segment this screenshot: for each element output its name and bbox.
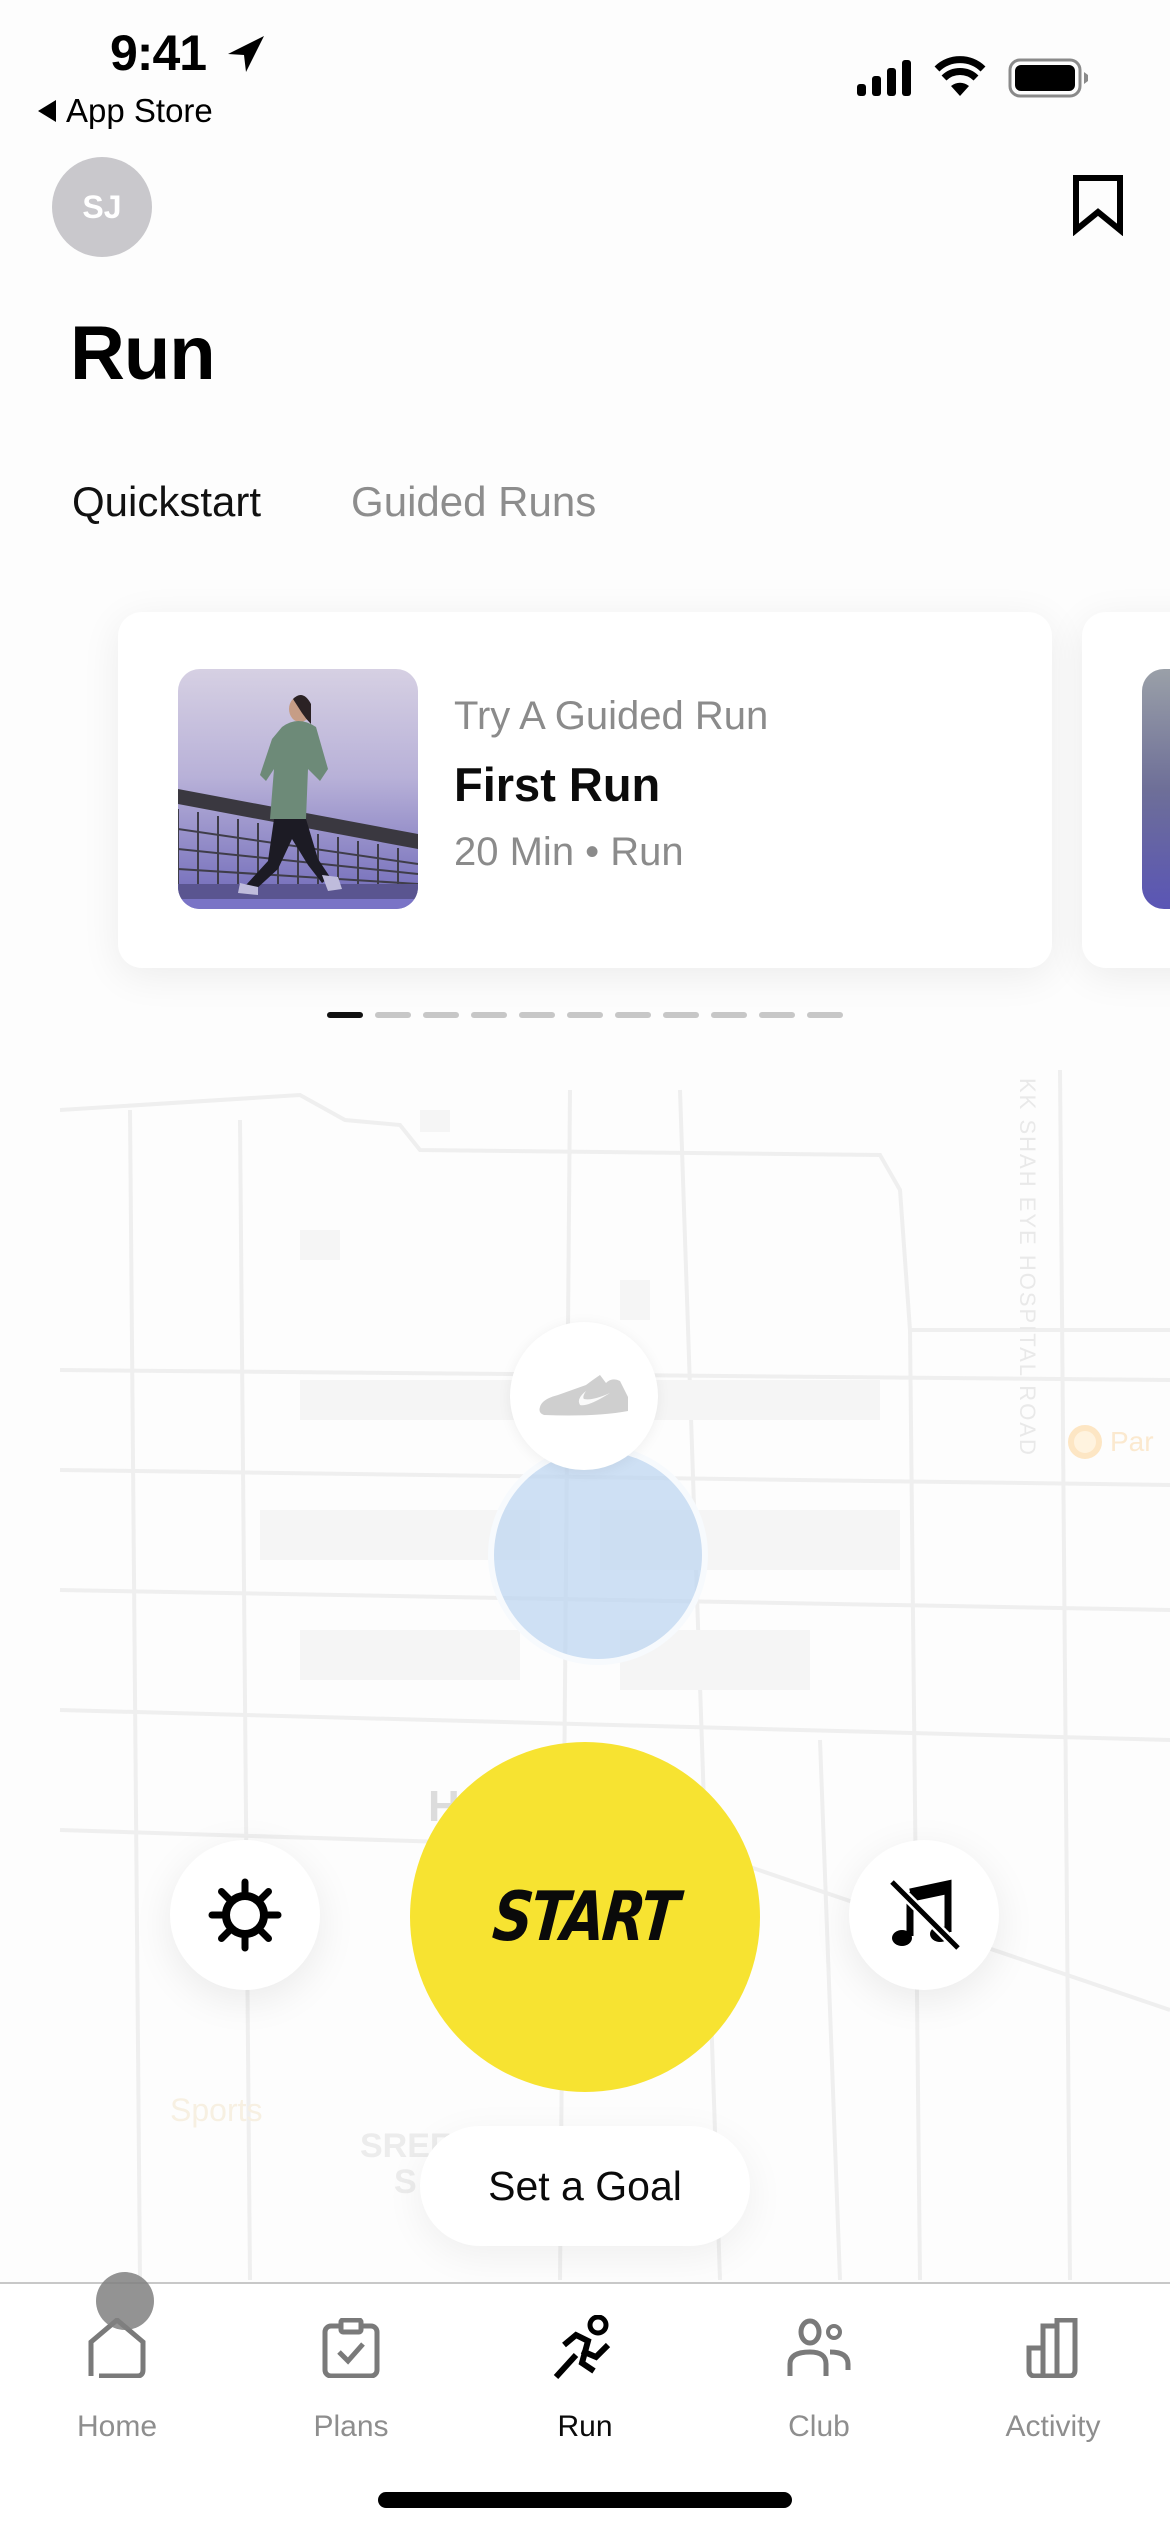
shoe-icon [539,1375,628,1416]
location-accuracy-circle [488,1445,708,1665]
map-poi[interactable]: Par [1068,1425,1154,1459]
card-meta: 20 Min • Run [454,830,684,874]
touch-indicator [96,2272,154,2330]
card-eyebrow: Try A Guided Run [454,694,769,738]
start-label: START [489,1877,681,1957]
card-title: First Run [454,758,661,811]
gear-icon [208,1878,282,1952]
people-icon [787,2318,851,2376]
carousel-page-dot[interactable] [807,1012,843,1018]
bar-chart-icon [1026,2318,1078,2378]
tab-bar-label-run: Run [557,2410,613,2443]
next-card-peek[interactable] [1082,612,1170,968]
location-arrow-icon [228,36,264,72]
battery-icon [1008,58,1088,98]
tab-quickstart[interactable]: Quickstart [72,478,261,526]
status-time: 9:41 [110,25,207,81]
tab-bar-item-plans[interactable]: Plans [234,2308,468,2444]
wifi-icon [934,56,986,96]
run-settings-button[interactable] [170,1840,320,1990]
carousel-page-dot[interactable] [471,1012,507,1018]
carousel-page-indicator[interactable] [327,1012,843,1018]
avatar[interactable]: SJ [52,157,152,257]
clipboard-check-icon [322,2318,380,2378]
tab-bar-label-home: Home [76,2410,158,2443]
carousel-page-dot[interactable] [711,1012,747,1018]
guided-run-card[interactable]: Try A Guided Run First Run 20 Min • Run [118,612,1052,968]
back-triangle-icon [38,100,56,122]
tab-bar-item-club[interactable]: Club [702,2308,936,2444]
tab-bar-item-activity[interactable]: Activity [936,2308,1170,2444]
tab-bar-label-plans: Plans [313,2410,389,2443]
runner-icon [553,2315,611,2380]
carousel-page-dot[interactable] [327,1012,363,1018]
map-label-sports: Sports [170,2092,263,2128]
music-toggle-button[interactable] [849,1840,999,1990]
map-road-label: KK SHAH EYE HOSPITAL ROAD [1015,1078,1040,1457]
runner-photo-illustration [178,695,418,909]
card-text: Try A Guided Run First Run 20 Min • Run [454,694,768,875]
carousel-page-dot[interactable] [567,1012,603,1018]
carousel-page-dot[interactable] [375,1012,411,1018]
map-poi-label: Par [1110,1426,1154,1457]
next-card-photo [1142,669,1170,909]
home-indicator[interactable] [378,2492,792,2508]
avatar-initials: SJ [82,188,122,225]
runner-photo [178,669,418,909]
carousel-page-dot[interactable] [663,1012,699,1018]
start-run-button[interactable]: START [410,1742,760,2092]
music-off-icon [888,1878,962,1952]
page-title: Run [70,311,216,396]
tab-bar-label-activity: Activity [1005,2410,1101,2443]
carousel-page-dot[interactable] [519,1012,555,1018]
carousel-page-dot[interactable] [423,1012,459,1018]
current-location-pin[interactable] [510,1322,658,1470]
tab-guided-runs[interactable]: Guided Runs [351,478,596,526]
set-goal-label: Set a Goal [488,2162,682,2209]
carousel-page-dot[interactable] [759,1012,795,1018]
cellular-signal-icon [857,60,911,96]
bookmark-icon[interactable] [1070,174,1126,236]
poi-marker-icon [1068,1425,1102,1459]
tab-bar-label-club: Club [788,2410,850,2443]
back-app-label: App Store [66,92,213,129]
set-goal-button[interactable]: Set a Goal [420,2126,750,2246]
status-bar: 9:41 App Store [0,0,1170,130]
back-to-app-store[interactable]: App Store [38,92,213,130]
carousel-page-dot[interactable] [615,1012,651,1018]
tab-bar-item-run[interactable]: Run [468,2308,702,2444]
run-tabs: Quickstart Guided Runs [72,478,596,526]
